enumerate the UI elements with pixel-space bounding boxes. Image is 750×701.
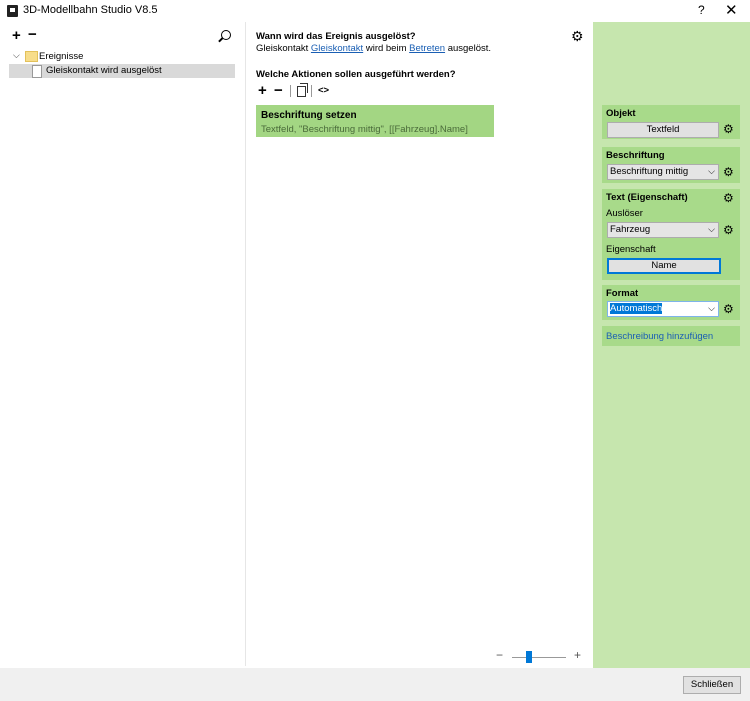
toolbar-divider [290,85,291,97]
text-eigenschaft-section: Text (Eigenschaft) ⚙ Auslöser Fahrzeug ⌵… [602,189,740,280]
action-item[interactable]: Beschriftung setzen Textfeld, "Beschrift… [256,105,494,137]
action-subtitle: Textfeld, "Beschriftung mittig", [[Fahrz… [261,124,468,135]
properties-panel: Objekt Textfeld ⚙ Beschriftung Beschrift… [593,22,750,668]
objekt-title: Objekt [606,108,636,119]
add-event-button[interactable]: + [12,27,21,44]
close-window-button[interactable]: ✕ [725,1,738,19]
gleiskontakt-link[interactable]: Gleiskontakt [311,43,363,54]
folder-icon [25,51,38,62]
gear-icon[interactable]: ⚙ [723,224,734,236]
betreten-link[interactable]: Betreten [409,43,445,54]
ausloeser-select[interactable]: Fahrzeug ⌵ [607,222,719,238]
beschriftung-section: Beschriftung Beschriftung mittig ⌵ ⚙ [602,147,740,183]
format-title: Format [606,288,639,299]
zoom-slider-thumb[interactable] [526,651,533,663]
zoom-control: − + [496,648,586,664]
zoom-in-button[interactable]: + [574,648,581,662]
objekt-button[interactable]: Textfeld [607,122,719,138]
eigenschaft-button[interactable]: Name [607,258,721,274]
zoom-out-button[interactable]: − [496,648,503,662]
window-title: 3D-Modellbahn Studio V8.5 [23,4,158,16]
trigger-sentence: Gleiskontakt Gleiskontakt wird beim Betr… [256,43,492,54]
events-panel: + − ⌵ Ereignisse Gleiskontakt wird ausge… [0,22,245,666]
objekt-section: Objekt Textfeld ⚙ [602,105,740,139]
ausloeser-label: Auslöser [606,208,643,219]
copy-icon[interactable] [297,83,308,97]
chevron-down-icon: ⌵ [708,303,715,313]
app-icon [7,5,18,17]
gear-icon[interactable]: ⚙ [723,303,734,315]
gear-icon[interactable]: ⚙ [571,29,584,43]
help-button[interactable]: ? [698,3,705,17]
document-icon [32,65,42,78]
trigger-heading: Wann wird das Ereignis ausgelöst? [256,31,416,42]
eigenschaft-label: Eigenschaft [606,244,656,255]
tree-item-ereignisse[interactable]: ⌵ Ereignisse [11,50,241,64]
tree-root-label: Ereignisse [39,51,84,62]
description-section: Beschreibung hinzufügen [602,326,740,346]
chevron-down-icon: ⌵ [708,166,715,176]
actions-toolbar: + − <> [258,82,348,99]
chevron-down-icon: ⌵ [708,224,715,234]
gear-icon[interactable]: ⚙ [723,166,734,178]
tree-child-label: Gleiskontakt wird ausgelöst [46,65,162,76]
actions-heading: Welche Aktionen sollen ausgeführt werden… [256,69,456,80]
text-eigenschaft-title: Text (Eigenschaft) [606,192,688,203]
remove-action-button[interactable]: − [274,82,283,99]
add-action-button[interactable]: + [258,82,267,99]
format-select[interactable]: Automatisch ⌵ [607,301,719,317]
beschriftung-title: Beschriftung [606,150,665,161]
close-button[interactable]: Schließen [683,676,741,694]
chevron-down-icon[interactable]: ⌵ [13,50,20,61]
toolbar-divider [311,85,312,97]
remove-event-button[interactable]: − [28,26,37,43]
beschriftung-select[interactable]: Beschriftung mittig ⌵ [607,164,719,180]
format-section: Format Automatisch ⌵ ⚙ [602,285,740,320]
search-icon[interactable] [221,30,231,40]
gear-icon[interactable]: ⚙ [723,192,734,204]
title-bar: 3D-Modellbahn Studio V8.5 ? ✕ [0,0,750,22]
zoom-slider-track[interactable] [512,657,566,658]
gear-icon[interactable]: ⚙ [723,123,734,135]
action-title: Beschriftung setzen [261,110,357,121]
code-icon[interactable]: <> [318,85,329,96]
add-description-link[interactable]: Beschreibung hinzufügen [606,331,713,342]
tree-item-gleiskontakt[interactable]: Gleiskontakt wird ausgelöst [9,64,235,78]
footer-bar: Schließen [0,668,750,701]
event-editor: Wann wird das Ereignis ausgelöst? Gleisk… [246,22,593,666]
